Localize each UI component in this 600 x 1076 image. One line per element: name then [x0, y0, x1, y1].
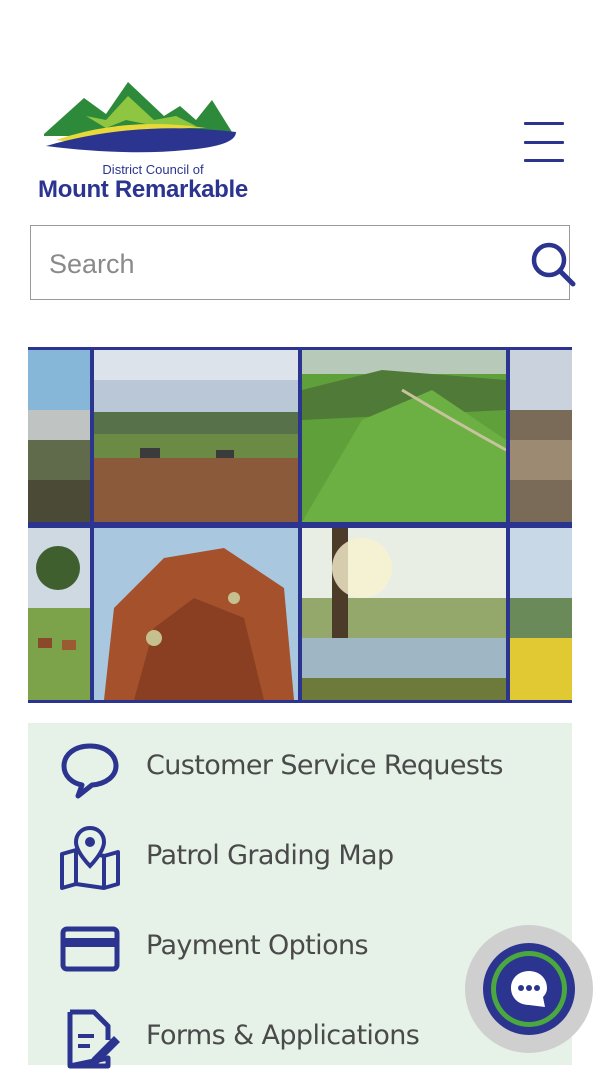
- menu-line: [524, 140, 564, 144]
- gallery-photo: [302, 528, 506, 700]
- gallery-photo: [94, 528, 298, 700]
- gallery-photo: [94, 350, 298, 522]
- photo-gallery[interactable]: [28, 347, 572, 703]
- gallery-photo: [510, 350, 572, 522]
- gallery-photo: [510, 528, 572, 700]
- quick-link-label: Payment Options: [146, 930, 369, 961]
- gallery-photo: [302, 350, 506, 522]
- chat-bubble-icon: [511, 971, 547, 1007]
- council-logo[interactable]: District Council of Mount Remarkable: [28, 72, 258, 212]
- credit-card-icon: [60, 926, 120, 972]
- gallery-photo: [28, 528, 90, 700]
- quick-link-label: Forms & Applications: [146, 1020, 420, 1051]
- quick-link-label: Patrol Grading Map: [146, 840, 394, 871]
- speech-bubble-icon: [61, 743, 119, 799]
- document-edit-icon: [67, 1009, 120, 1069]
- search-input[interactable]: [47, 244, 491, 284]
- menu-line: [524, 159, 564, 162]
- menu-line: [524, 122, 564, 125]
- search-icon[interactable]: [529, 240, 577, 288]
- quick-link-customer-service-requests[interactable]: Customer Service Requests: [28, 726, 572, 806]
- chat-button-core: [496, 956, 562, 1022]
- hamburger-menu-icon[interactable]: [518, 118, 568, 166]
- search-box: [30, 225, 576, 300]
- mountains-logo-icon: [44, 82, 236, 153]
- logo-subtitle: District Council of: [102, 162, 204, 177]
- quick-link-label: Customer Service Requests: [146, 750, 503, 781]
- quick-link-patrol-grading-map[interactable]: Patrol Grading Map: [28, 816, 572, 896]
- chat-ring: [483, 943, 575, 1035]
- gallery-photo: [28, 350, 90, 522]
- chat-ring-accent: [491, 951, 567, 1027]
- logo-title: Mount Remarkable: [38, 176, 248, 203]
- map-pin-icon: [60, 826, 120, 890]
- chat-widget-button[interactable]: [465, 925, 593, 1053]
